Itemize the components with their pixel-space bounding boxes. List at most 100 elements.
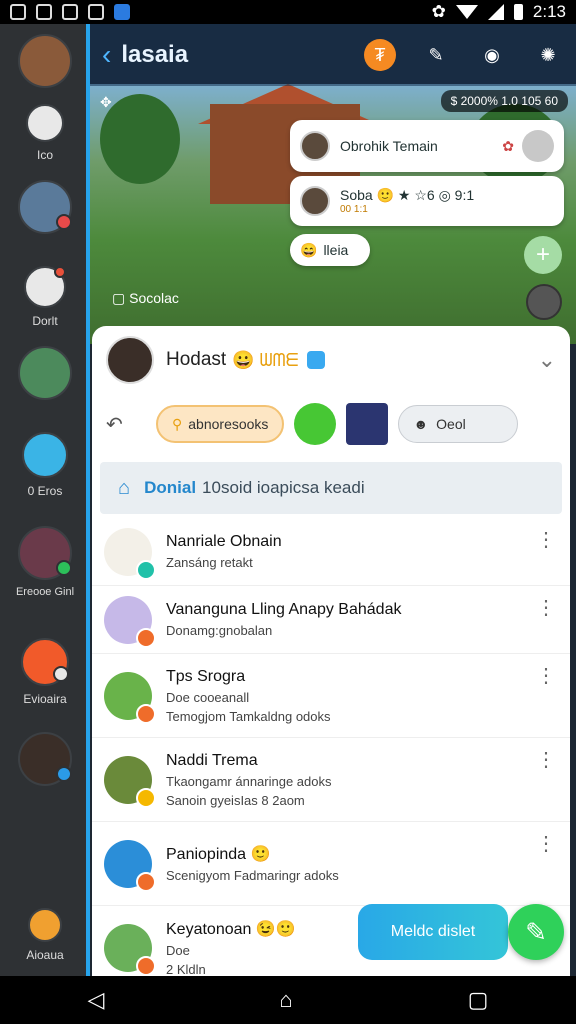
banner-text: 10soid ioapicsa keadi <box>202 478 365 497</box>
chevron-down-icon[interactable]: ⌄ <box>538 347 556 373</box>
avatar <box>104 755 156 808</box>
banner-title: Donial <box>144 478 197 497</box>
home-banner[interactable]: ⌂ Donial 10soid ioapicsa keadi <box>100 462 562 514</box>
list-item[interactable]: Paniopinda 🙂 Scenigyom Fadmaringr adoks ⋮ <box>92 822 570 906</box>
more-icon[interactable]: ⋮ <box>536 530 556 550</box>
conversation-rail: Ico Dorlt 0 Eros Ereooe Ginl Evioaira Ai… <box>0 24 90 976</box>
list-item[interactable]: Naddi Trema Tkaongamr ánnaringe adoks Sano… <box>92 738 570 822</box>
rail-item-1[interactable]: Ico <box>0 104 90 162</box>
row-subtitle: Doe <box>166 942 190 958</box>
edit-icon[interactable]: ✎ <box>420 39 452 71</box>
coin-icon[interactable]: ₮ <box>364 39 396 71</box>
media-thumbnail[interactable] <box>346 403 389 445</box>
add-button[interactable]: + <box>524 236 562 274</box>
back-arrow-icon[interactable]: ‹ <box>102 39 111 71</box>
rail-item-4[interactable] <box>0 346 90 406</box>
status-badge <box>53 666 69 682</box>
row-subtitle-2: Temogjom Tamkaldng odoks <box>166 708 331 724</box>
avatar <box>18 34 72 88</box>
status-badge <box>136 871 156 892</box>
chip-contact[interactable]: ☻ Oeol <box>398 405 519 443</box>
more-icon[interactable]: ⋮ <box>536 666 556 686</box>
chat-bubble-2[interactable]: Soba 🙂 ★ ☆6 ◎ 9:1 00 1:1 <box>290 176 564 226</box>
page-title: lasaia <box>121 41 189 68</box>
signal-icon <box>487 4 504 20</box>
list-item[interactable]: Vanangunа Lling Anapy Bahádak Donamg:gnob… <box>92 586 570 654</box>
rail-item-3[interactable]: Dorlt <box>0 266 90 328</box>
home-icon: ⌂ <box>118 476 131 499</box>
status-badge <box>54 266 66 278</box>
home-icon[interactable]: ⌂ <box>279 987 292 1013</box>
gift-icon: ✿ <box>502 137 514 154</box>
recents-icon[interactable]: ▢ <box>468 987 489 1013</box>
row-name: Tps Srogra <box>166 667 246 685</box>
more-icon[interactable]: ⋮ <box>536 834 556 854</box>
rail-item-2[interactable] <box>0 180 90 240</box>
list-item[interactable]: Tps Srogra Doe cooeanall Temogjom Tamkaldn… <box>92 654 570 738</box>
avatar <box>106 336 154 384</box>
avatar <box>104 595 156 648</box>
battery-icon <box>513 4 523 20</box>
avatar <box>300 186 330 216</box>
avatar <box>18 180 72 234</box>
list-item[interactable]: Nanriale Obnain Zansáng retakt ⋮ <box>92 518 570 586</box>
row-name: Vanangunа Lling Anapy Bahádak <box>166 601 402 618</box>
wifi-icon <box>455 5 478 19</box>
row-subtitle-2: Sanoin gyeisIas 8 2aom <box>166 792 305 808</box>
row-name: Paniopinda 🙂 <box>166 846 271 863</box>
avatar <box>24 266 66 308</box>
rail-item-5[interactable]: 0 Eros <box>0 432 90 498</box>
avatar[interactable] <box>526 284 562 320</box>
emoji-icon: 😄 <box>300 241 318 258</box>
rail-label: Aioaua <box>26 948 64 962</box>
scene-label: ▢ Socolac <box>112 290 179 306</box>
chat-bubble-3[interactable]: 😄 lleia <box>290 234 370 266</box>
chip-label: abnoresooks <box>188 416 269 432</box>
bookmark-icon <box>114 4 130 20</box>
status-badge <box>136 627 156 648</box>
row-name: Naddi Trema <box>166 751 258 769</box>
chip-filter[interactable]: ⚲ abnoresooks <box>156 405 285 443</box>
more-icon[interactable]: ⋮ <box>536 598 556 618</box>
row-subtitle: Scenigyom Fadmaringr adoks <box>166 868 339 883</box>
rail-item-7[interactable]: Evioaira <box>0 638 90 706</box>
row-name: Nanriale Obnain <box>166 533 282 550</box>
compass-icon[interactable]: ✥ <box>100 94 112 111</box>
camera-icon[interactable]: ◉ <box>476 39 508 71</box>
avatar <box>26 104 64 142</box>
rail-item-6[interactable]: Ereooe Ginl <box>0 526 90 598</box>
back-icon[interactable]: ◁ <box>87 987 104 1013</box>
rail-label: Ico <box>36 148 53 162</box>
notification-icon <box>10 4 26 20</box>
undo-icon[interactable]: ↶ <box>106 412 146 437</box>
more-icon[interactable]: ⋮ <box>536 750 556 770</box>
row-subtitle-2: 2 Kldln <box>166 961 206 977</box>
avatar <box>21 638 69 686</box>
row-subtitle: Donamg:gnobalan <box>166 623 273 638</box>
avatar <box>28 908 62 942</box>
bubble-subtext: 00 1:1 <box>340 204 368 215</box>
top-bar: ‹ lasaia ₮ ✎ ◉ ✺ <box>90 24 576 86</box>
rail-item-0[interactable] <box>0 34 90 94</box>
rail-label: Ereooe Ginl <box>15 586 75 598</box>
rail-label: Evioaira <box>23 692 67 706</box>
row-name: Keyatonoan 😉🙂 <box>166 920 296 938</box>
status-badge <box>136 559 156 580</box>
avatar <box>18 526 72 580</box>
sticker-button[interactable] <box>294 403 337 445</box>
rail-item-8[interactable] <box>0 732 90 792</box>
tree <box>100 94 180 184</box>
new-dialog-button[interactable]: Meldc dislet <box>358 904 508 960</box>
compose-fab[interactable]: ✎ <box>508 904 564 960</box>
image-icon <box>62 4 78 20</box>
avatar <box>104 839 156 892</box>
sheet-header: Hodast 😀 ᗯᗰᗴ ⌄ <box>92 326 570 394</box>
rail-item-9[interactable]: Aioaua <box>0 908 90 962</box>
app-icon <box>88 4 104 20</box>
contact-name: Hodast <box>166 349 227 370</box>
chat-bubble-1[interactable]: Obrohik Temain ✿ <box>290 120 564 172</box>
status-badge <box>136 787 156 808</box>
palette-icon[interactable]: ✺ <box>532 39 564 71</box>
status-icon[interactable] <box>522 130 554 162</box>
bubble-text: Obrohik Temain <box>340 138 438 154</box>
